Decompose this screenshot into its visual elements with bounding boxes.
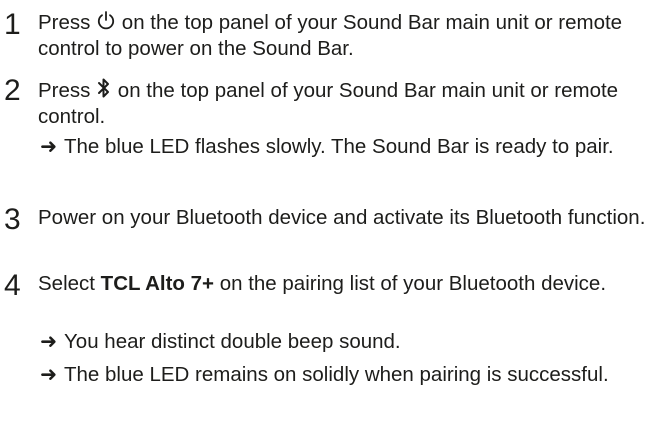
bluetooth-icon (96, 76, 112, 100)
power-icon (96, 10, 116, 32)
step-number: 3 (4, 203, 21, 236)
step-number: 4 (4, 269, 21, 302)
step-text: Press on the top panel of your Sound Bar… (38, 76, 654, 130)
step-number: 2 (4, 74, 21, 107)
arrow-icon: ➜ (40, 330, 58, 353)
step-text: Power on your Bluetooth device and activ… (38, 206, 646, 229)
product-name: TCL Alto 7+ (100, 272, 215, 295)
arrow-icon: ➜ (40, 363, 58, 386)
step-number: 1 (4, 8, 21, 41)
result-line: ➜ The blue LED flashes slowly. The Sound… (40, 135, 614, 158)
step-text: Press on the top panel of your Sound Bar… (38, 10, 623, 60)
step-text: Select TCL Alto 7+ on the pairing list o… (38, 272, 607, 295)
arrow-icon: ➜ (40, 135, 58, 158)
result-line: ➜ The blue LED remains on solidly when p… (40, 363, 609, 386)
result-line: ➜ You hear distinct double beep sound. (40, 330, 401, 353)
